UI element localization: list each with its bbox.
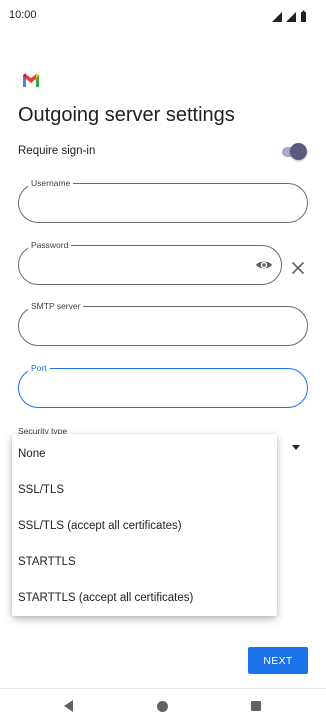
password-field[interactable]: Password xyxy=(18,239,282,285)
close-icon[interactable] xyxy=(292,262,304,274)
signal-icon xyxy=(286,12,296,22)
security-type-menu: None SSL/TLS SSL/TLS (accept all certifi… xyxy=(12,434,277,616)
menu-item-ssl-tls[interactable]: SSL/TLS xyxy=(12,472,277,508)
page-title: Outgoing server settings xyxy=(18,104,235,126)
recents-icon[interactable] xyxy=(251,701,261,711)
battery-icon xyxy=(301,10,306,22)
username-field[interactable]: Username xyxy=(18,177,308,223)
toggle-thumb xyxy=(290,143,307,160)
back-icon[interactable] xyxy=(63,700,75,712)
username-input[interactable] xyxy=(33,194,293,212)
menu-item-ssl-tls-accept-all[interactable]: SSL/TLS (accept all certificates) xyxy=(12,508,277,544)
require-sign-in-toggle[interactable] xyxy=(281,143,307,161)
signal-icon xyxy=(272,12,282,22)
navigation-bar xyxy=(0,688,326,724)
chevron-down-icon[interactable] xyxy=(292,445,300,450)
next-button[interactable]: NEXT xyxy=(248,647,308,674)
port-label: Port xyxy=(28,362,50,374)
smtp-server-input[interactable] xyxy=(33,317,293,335)
username-label: Username xyxy=(28,177,74,189)
home-icon[interactable] xyxy=(157,701,168,712)
smtp-server-field[interactable]: SMTP server xyxy=(18,300,308,346)
status-bar: 10:00 xyxy=(0,0,326,32)
status-icons xyxy=(272,10,306,22)
password-label: Password xyxy=(28,239,72,251)
menu-item-starttls[interactable]: STARTTLS xyxy=(12,544,277,580)
menu-item-none[interactable]: None xyxy=(12,436,277,472)
gmail-logo-icon xyxy=(23,73,39,87)
smtp-server-label: SMTP server xyxy=(28,300,84,312)
port-field[interactable]: Port xyxy=(18,362,308,408)
port-input[interactable] xyxy=(33,379,293,397)
status-time: 10:00 xyxy=(9,9,37,21)
password-input[interactable] xyxy=(33,256,247,274)
screen: 10:00 Outgoing server settings Require s… xyxy=(0,0,326,724)
menu-item-starttls-accept-all[interactable]: STARTTLS (accept all certificates) xyxy=(12,580,277,616)
require-sign-in-label: Require sign-in xyxy=(18,145,96,157)
eye-icon[interactable] xyxy=(255,258,273,272)
